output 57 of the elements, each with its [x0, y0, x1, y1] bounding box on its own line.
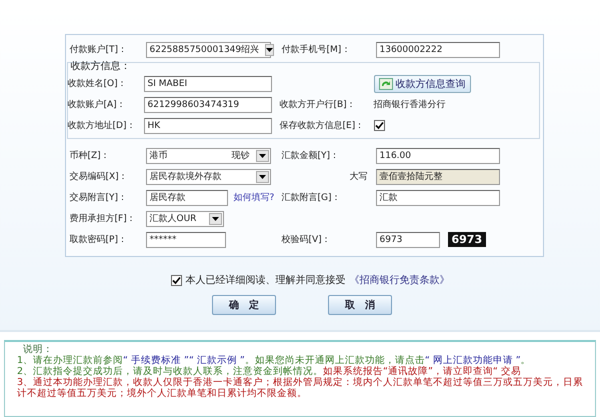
input-field[interactable]: 13600002222	[376, 42, 500, 58]
dropdown-value: 6225885750001349	[150, 44, 242, 54]
field-label: 费用承担方[F]：	[70, 212, 137, 225]
field-label: 取款密码[P]：	[70, 234, 128, 246]
input-field[interactable]: 116.00	[376, 148, 500, 164]
note-link[interactable]: “ 手续费标准 ”	[123, 355, 189, 366]
input-field[interactable]: HK	[144, 118, 272, 134]
refresh-icon	[378, 78, 392, 90]
field-label: 收款方地址[D]：	[68, 120, 136, 132]
bank-name: 招商银行香港分行	[374, 98, 446, 111]
field-label: 币种[Z]：	[70, 150, 111, 162]
note-text: 2、汇款指令提交成功后，请及时与收款人联系，注意资金到帐情况。	[17, 366, 324, 377]
dropdown[interactable]: 居民存款境外存款	[146, 168, 270, 184]
dropdown-value: 港币	[150, 150, 168, 162]
field-label: 收款姓名[O]：	[68, 78, 128, 90]
agreement-text: 本人已经详细阅读、理解并同意接受	[186, 274, 346, 287]
section-title: 收款方信息：	[70, 61, 132, 73]
field-label: 大写	[348, 170, 368, 183]
field-label: 交易编码[X]：	[70, 170, 129, 183]
dropdown-value: 绍兴	[241, 44, 260, 56]
input-field[interactable]: 居民存款	[146, 190, 228, 206]
input-field[interactable]: 6973	[376, 232, 440, 248]
field-label: 付款手机号[M]：	[282, 44, 352, 56]
checkbox[interactable]	[374, 120, 384, 131]
amount-words-field: 壹佰壹拾陆元整	[376, 168, 500, 184]
form-button[interactable]: 取 消	[328, 295, 392, 315]
terms-link[interactable]: 《招商银行免责条款》	[350, 273, 450, 287]
field-label: 付款账户[T]：	[70, 44, 128, 56]
form-button[interactable]: 确 定	[212, 295, 276, 315]
note-text: 如果系统报告“通讯故障”，请立即查询“ 交易	[323, 366, 521, 377]
field-label: 汇款金额[Y]：	[282, 150, 340, 162]
note-link[interactable]: “ 汇款示例 ”	[188, 355, 245, 366]
field-label: 收款方开户行[B]：	[280, 98, 357, 111]
input-field[interactable]: 6212998603474319	[144, 96, 272, 112]
note-link[interactable]: “ 网上汇款功能申请 ”	[424, 355, 521, 366]
dropdown-value: 居民存款境外存款	[150, 170, 222, 183]
field-label: 汇款附言[G]：	[282, 192, 342, 204]
note-text: 1、请在办理汇款前参阅	[17, 355, 124, 366]
input-field[interactable]: SI MABEI	[144, 76, 272, 92]
field-label: 校验码[V]：	[282, 234, 332, 246]
input-field[interactable]: 汇款	[376, 190, 500, 206]
field-label: 交易附言[Y]：	[70, 192, 128, 204]
note-text: 。	[520, 355, 531, 366]
checkbox[interactable]	[170, 274, 182, 286]
field-label: 收款账户[A]：	[68, 98, 127, 111]
field-label: 保存收款方信息[E]：	[280, 120, 366, 132]
dropdown-value: 汇款人OUR	[150, 212, 196, 225]
input-field[interactable]: ******	[146, 232, 226, 248]
dropdown-value: 现钞	[232, 150, 250, 162]
captcha-image: 6973	[448, 232, 486, 247]
notes-title: 说明：	[23, 344, 54, 355]
dropdown[interactable]: 汇款人OUR	[146, 210, 224, 226]
note-text: 。如果您尚未开通网上汇款功能，请点击	[244, 355, 425, 366]
help-link[interactable]: 如何填写?	[234, 191, 274, 204]
note-text: 3、通过本功能办理汇款，收款人仅限于香港一卡通客户；根据外管局规定：境内个人汇款单笔不超过等值三万或五万美元，日累计不超过等值五万美元；境外个人汇款单笔和日累计均不限金额。	[17, 377, 584, 399]
query-button[interactable]: 收款方信息查询	[374, 74, 470, 92]
dropdown[interactable]: 港币 现钞	[146, 148, 270, 164]
